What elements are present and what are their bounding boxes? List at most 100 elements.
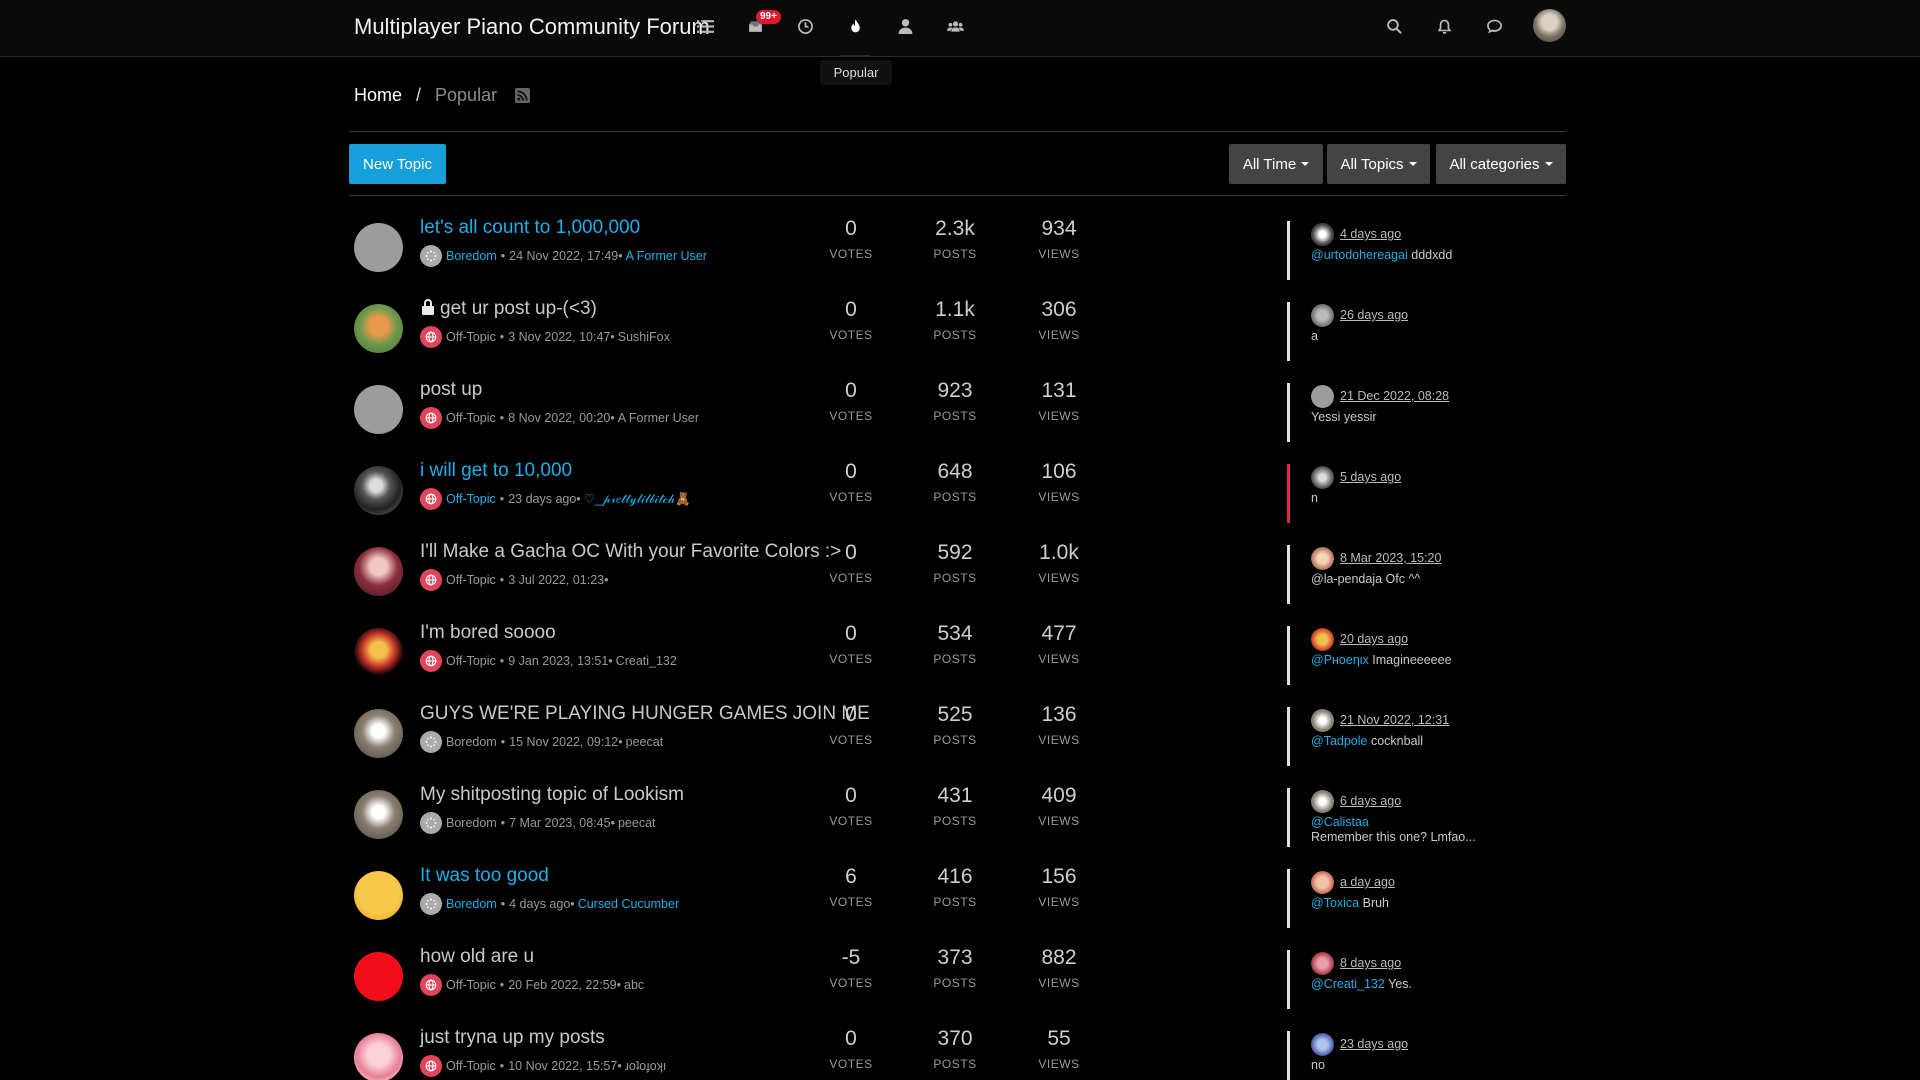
last-poster-avatar[interactable]	[1311, 547, 1334, 570]
category-icon[interactable]	[420, 974, 442, 996]
category-icon[interactable]	[420, 731, 442, 753]
topic-category[interactable]: Boredom	[446, 816, 497, 830]
rss-feed-button[interactable]	[515, 88, 531, 103]
last-post-time[interactable]: 8 Mar 2023, 15:20	[1340, 551, 1441, 565]
last-poster-avatar[interactable]	[1311, 628, 1334, 651]
topic-author-avatar[interactable]	[354, 1033, 403, 1080]
topic-author-avatar[interactable]	[354, 304, 403, 353]
topic-title[interactable]: get ur post up-(<3)	[420, 298, 597, 320]
topic-author[interactable]: A Former User	[626, 249, 707, 263]
topic-author[interactable]: A Former User	[618, 411, 699, 425]
last-poster-avatar[interactable]	[1311, 1033, 1334, 1056]
category-icon[interactable]	[420, 893, 442, 915]
topic-author[interactable]: abc	[624, 978, 644, 992]
unread-nav-button[interactable]: 99+	[730, 0, 781, 52]
last-post-time[interactable]: a day ago	[1340, 875, 1395, 889]
category-icon[interactable]	[420, 488, 442, 510]
topic-author-avatar[interactable]	[354, 952, 403, 1001]
last-poster-avatar[interactable]	[1311, 385, 1334, 408]
user-avatar[interactable]	[1533, 9, 1566, 42]
topic-title-text[interactable]: My shitposting topic of Lookism	[420, 784, 684, 805]
topic-title-text[interactable]: I'll Make a Gacha OC With your Favorite …	[420, 541, 841, 562]
category-icon[interactable]	[420, 407, 442, 429]
topic-author-avatar[interactable]	[354, 385, 403, 434]
last-post-time[interactable]: 26 days ago	[1340, 308, 1408, 322]
category-icon[interactable]	[420, 245, 442, 267]
topic-author-avatar[interactable]	[354, 223, 403, 272]
topic-category[interactable]: Off-Topic	[446, 978, 496, 992]
category-icon[interactable]	[420, 569, 442, 591]
notifications-button[interactable]	[1419, 0, 1469, 52]
topic-title[interactable]: post up	[420, 379, 482, 401]
topic-title[interactable]: i will get to 10,000	[420, 460, 572, 482]
topic-title[interactable]: let's all count to 1,000,000	[420, 217, 640, 239]
last-post-mention[interactable]: @Tadpole	[1311, 734, 1367, 748]
last-post-time[interactable]: 4 days ago	[1340, 227, 1401, 241]
topic-author-avatar[interactable]	[354, 547, 403, 596]
new-topic-button[interactable]: New Topic	[349, 144, 446, 184]
topic-title-text[interactable]: i will get to 10,000	[420, 460, 572, 481]
last-post-time[interactable]: 5 days ago	[1340, 470, 1401, 484]
topic-category[interactable]: Off-Topic	[446, 411, 496, 425]
last-post-time[interactable]: 20 days ago	[1340, 632, 1408, 646]
topic-filter-dropdown[interactable]: All Topics	[1327, 144, 1430, 184]
topic-title[interactable]: just tryna up my posts	[420, 1027, 605, 1049]
last-post-time[interactable]: 21 Dec 2022, 08:28	[1340, 389, 1449, 403]
last-poster-avatar[interactable]	[1311, 304, 1334, 327]
last-post-mention[interactable]: @urtodohereagai	[1311, 248, 1408, 262]
topic-title-text[interactable]: let's all count to 1,000,000	[420, 217, 640, 238]
topic-author[interactable]: ♡_𝓅𝓇𝑒𝓉𝓉𝓎𝓁𝒾𝓁𝒷𝒾𝓉𝒸𝒽🧸	[584, 491, 691, 507]
topic-author-avatar[interactable]	[354, 709, 403, 758]
topic-author[interactable]: Creati_132	[616, 654, 677, 668]
topic-title[interactable]: It was too good	[420, 865, 549, 887]
users-nav-button[interactable]	[880, 0, 930, 52]
last-poster-avatar[interactable]	[1311, 709, 1334, 732]
last-post-mention[interactable]: @Calistaa	[1311, 815, 1369, 829]
last-post-time[interactable]: 21 Nov 2022, 12:31	[1340, 713, 1449, 727]
forum-title[interactable]: Multiplayer Piano Community Forum	[354, 14, 710, 40]
last-poster-avatar[interactable]	[1311, 790, 1334, 813]
topic-title-text[interactable]: It was too good	[420, 865, 549, 886]
categories-nav-button[interactable]	[680, 0, 730, 52]
time-filter-dropdown[interactable]: All Time	[1229, 144, 1323, 184]
topic-author[interactable]: ɹoʇoɟoʞı	[625, 1059, 667, 1073]
topic-title[interactable]: GUYS WE'RE PLAYING HUNGER GAMES JOIN ME	[420, 703, 870, 725]
last-post-time[interactable]: 6 days ago	[1340, 794, 1401, 808]
topic-author-avatar[interactable]	[354, 466, 403, 515]
category-icon[interactable]	[420, 326, 442, 348]
category-icon[interactable]	[420, 812, 442, 834]
topic-category[interactable]: Off-Topic	[446, 573, 496, 587]
search-button[interactable]	[1369, 0, 1419, 52]
last-post-time[interactable]: 23 days ago	[1340, 1037, 1408, 1051]
topic-author-avatar[interactable]	[354, 628, 403, 677]
topic-title-text[interactable]: get ur post up-(<3)	[440, 298, 597, 319]
recent-nav-button[interactable]	[780, 0, 830, 52]
last-poster-avatar[interactable]	[1311, 223, 1334, 246]
topic-category[interactable]: Boredom	[446, 897, 497, 911]
topic-category[interactable]: Off-Topic	[446, 654, 496, 668]
category-icon[interactable]	[420, 650, 442, 672]
last-post-mention[interactable]: @Pнoeηιx	[1311, 653, 1369, 667]
groups-nav-button[interactable]	[930, 0, 980, 52]
last-poster-avatar[interactable]	[1311, 952, 1334, 975]
topic-title-text[interactable]: just tryna up my posts	[420, 1027, 605, 1048]
topic-author[interactable]: peecat	[626, 735, 664, 749]
topic-title[interactable]: I'll Make a Gacha OC With your Favorite …	[420, 541, 841, 563]
topic-title[interactable]: how old are u	[420, 946, 534, 968]
topic-author-avatar[interactable]	[354, 790, 403, 839]
topic-title-text[interactable]: I'm bored soooo	[420, 622, 556, 643]
topic-category[interactable]: Off-Topic	[446, 492, 496, 506]
popular-nav-button[interactable]	[830, 0, 880, 57]
topic-author-avatar[interactable]	[354, 871, 403, 920]
topic-category[interactable]: Boredom	[446, 249, 497, 263]
topic-author[interactable]: Cursed Cucumber	[578, 897, 679, 911]
last-post-mention[interactable]: @Creati_132	[1311, 977, 1385, 991]
topic-title-text[interactable]: post up	[420, 379, 482, 400]
breadcrumb-home[interactable]: Home	[354, 85, 402, 106]
topic-category[interactable]: Off-Topic	[446, 1059, 496, 1073]
topic-author[interactable]: peecat	[618, 816, 656, 830]
last-poster-avatar[interactable]	[1311, 466, 1334, 489]
topic-category[interactable]: Off-Topic	[446, 330, 496, 344]
chats-button[interactable]	[1469, 0, 1519, 52]
topic-title-text[interactable]: how old are u	[420, 946, 534, 967]
